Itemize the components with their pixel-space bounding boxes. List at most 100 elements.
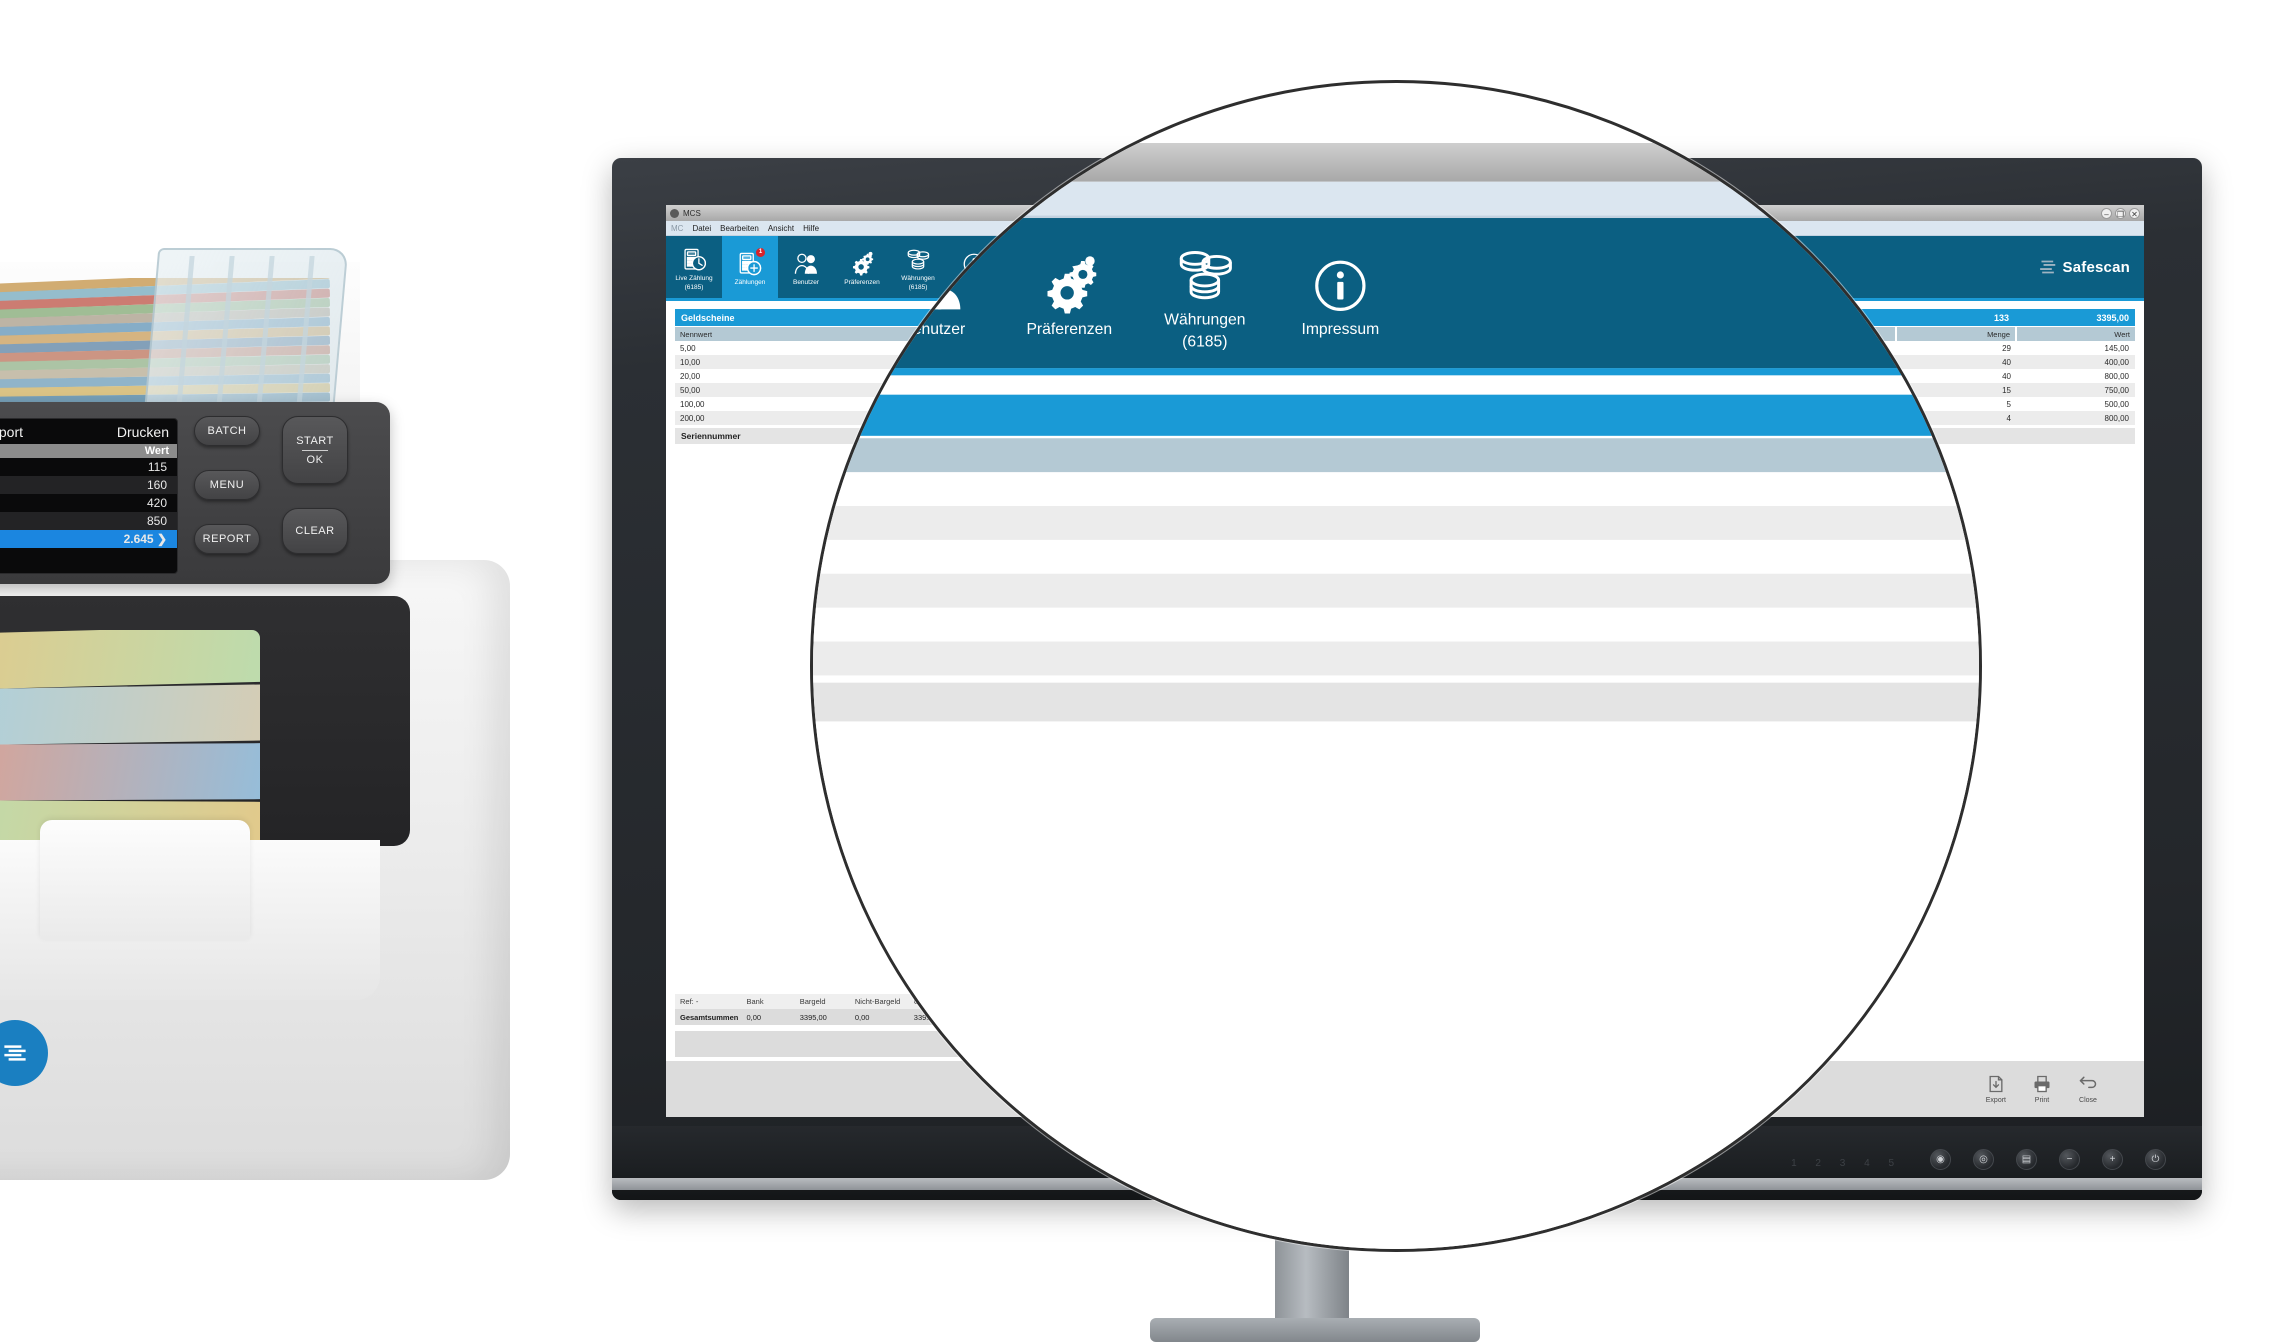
close-icon[interactable]: ✕ — [2129, 207, 2140, 219]
seriennummer-section[interactable]: Seriennummer — [813, 682, 1979, 722]
counter-display-total-row: 76 2.645 ❯ — [0, 530, 177, 548]
ribbon-label: Benutzer — [902, 322, 966, 340]
safescan-brand: Safescan — [2036, 236, 2144, 298]
chevron-right-icon: ❯ — [156, 532, 167, 546]
ribbon-label: Zählungen — [734, 279, 766, 287]
ribbon-item-zaehlungen[interactable]: 1 Zählungen — [722, 236, 778, 298]
counter-row-wert: 420 — [146, 496, 167, 510]
cell-nennwert: 10,00 — [813, 506, 1979, 540]
cell-wert: 145,00 — [2104, 343, 2129, 353]
close-label: Close — [2079, 1097, 2097, 1104]
totals-bank: 0,00 — [746, 1012, 762, 1022]
table-row[interactable]: 50,00 15 750,00 — [813, 573, 1979, 608]
batch-button[interactable]: BATCH — [194, 416, 260, 446]
mcs-application-window: MCS – ❐ ✕ MC Datei Bearbeiten Ansicht Hi… — [810, 143, 1979, 1249]
maximize-icon[interactable]: ❐ — [2115, 207, 2126, 219]
table-row[interactable]: 5,00 29 145,00 — [813, 472, 1979, 506]
ribbon-label: Live Zählung — [675, 274, 713, 282]
column-header-wert: Wert — [2017, 327, 2135, 341]
ribbon-label: Impressum — [1301, 322, 1380, 340]
counter-display-row: 17 850 — [0, 512, 177, 530]
export-label: Export — [1985, 1097, 2006, 1104]
start-label: START — [296, 434, 334, 447]
counter-display-row: 23 115 — [0, 458, 177, 476]
cell-nennwert: 100,00 — [813, 608, 1979, 642]
counts-badge: 1 — [756, 248, 765, 258]
cell-nennwert: 200,00 — [813, 642, 1979, 676]
table-row[interactable]: 10,00 40 400,00 — [813, 506, 1979, 540]
section-total-value: 3395,00 — [2096, 312, 2129, 323]
ribbon-sublabel: (6185) — [684, 284, 704, 291]
counter-row-wert: 850 — [146, 514, 167, 528]
column-header-nennwert: Nennwert — [813, 438, 1979, 473]
cell-wert: 750,00 — [2104, 385, 2129, 395]
ok-label: OK — [306, 453, 324, 466]
counter-row-wert: 160 — [146, 478, 167, 492]
magnifier-content: MCS – ❐ ✕ MC Datei Bearbeiten Ansicht Hi… — [810, 143, 1979, 1249]
table-row[interactable]: 100,00 5 500,00 — [813, 608, 1979, 642]
live-count-icon — [681, 247, 707, 273]
ribbon-item-impressum[interactable]: Impressum — [1273, 218, 1409, 368]
counter-display-header-left: R Report — [0, 424, 24, 440]
menu-hilfe[interactable]: Hilfe — [927, 188, 966, 210]
content-area: Geldscheine 133 3395,00 Nennwert Menge W… — [813, 375, 1979, 722]
ribbon-item-live-zaehlung[interactable]: Live Zählung (6185) — [666, 236, 722, 298]
export-button[interactable]: Export — [1986, 1074, 2006, 1104]
ribbon-label: Präferenzen — [1026, 322, 1113, 340]
print-button[interactable]: Print — [2032, 1074, 2052, 1104]
clear-button[interactable]: CLEAR — [282, 508, 348, 554]
menu-ansicht[interactable]: Ansicht — [841, 188, 904, 210]
cell-nennwert: 20,00 — [813, 540, 1979, 574]
gears-icon — [1038, 255, 1101, 318]
ribbon-item-zaehlungen[interactable]: 1 Zählungen — [810, 218, 867, 369]
section-header-geldscheine: Geldscheine 133 3395,00 — [813, 394, 1979, 436]
print-label: Print — [2034, 1097, 2050, 1104]
counter-display: R Report Drucken Stk Wert 23 115 16 160 … — [0, 418, 178, 574]
window-controls: – ❐ ✕ — [2101, 207, 2140, 219]
ribbon-item-waehrungen[interactable]: Währungen (6185) — [1137, 218, 1273, 368]
counter-total-wert: 2.645 — [123, 532, 154, 546]
cell-wert: 400,00 — [2104, 357, 2129, 367]
cell-wert: 500,00 — [2104, 399, 2129, 409]
counter-row-wert: 115 — [147, 460, 167, 474]
ribbon-label: Zählungen — [810, 322, 836, 340]
menu-button[interactable]: MENU — [194, 470, 260, 500]
coins-icon — [1173, 244, 1236, 307]
menu-ansicht[interactable]: Ansicht — [768, 224, 794, 233]
osd-menu-icon[interactable]: ▤ — [2016, 1149, 2037, 1170]
osd-minus-icon[interactable]: − — [2059, 1149, 2080, 1170]
osd-plus-icon[interactable]: + — [2102, 1149, 2123, 1170]
monitor-stand-base — [1150, 1318, 1480, 1342]
ribbon-item-benutzer[interactable]: Benutzer — [866, 218, 1002, 368]
back-arrow-icon — [2079, 1076, 2097, 1089]
counts-icon: 1 — [813, 247, 835, 318]
totals-ref: Ref: - — [680, 997, 699, 1006]
table-header-row: Nennwert Menge Wert — [813, 438, 1979, 473]
counter-col-wert: Wert — [144, 445, 169, 457]
window-titlebar: MCS – ❐ ✕ — [813, 143, 1979, 182]
menubar: MC Datei Bearbeiten Ansicht Hilfe — [813, 181, 1979, 219]
cell-wert: 800,00 — [2104, 413, 2129, 423]
counts-icon: 1 — [737, 248, 765, 277]
magnifier-lens: MCS – ❐ ✕ MC Datei Bearbeiten Ansicht Hi… — [810, 80, 1982, 1252]
users-icon — [902, 255, 965, 318]
start-ok-button[interactable]: START OK — [282, 416, 348, 484]
brand-name: Safescan — [2062, 258, 2130, 276]
ribbon-toolbar: Live Zählung (6185) — [810, 218, 1979, 369]
minimize-icon[interactable]: – — [2101, 207, 2112, 219]
table-row[interactable]: 200,00 4 800,00 — [813, 641, 1979, 676]
cell-nennwert: 50,00 — [813, 574, 1979, 608]
counter-display-row: 16 160 — [0, 476, 177, 494]
menu-bearbeiten[interactable]: Bearbeiten — [720, 224, 759, 233]
ribbon-item-praeferenzen[interactable]: Präferenzen — [1002, 218, 1138, 368]
counter-keypad: BATCH MENU REPORT START OK CLEAR — [190, 416, 390, 576]
menu-datei[interactable]: Datei — [692, 224, 711, 233]
table-row[interactable]: 20,00 40 800,00 — [813, 540, 1979, 574]
osd-power-icon[interactable]: ⏻ — [2145, 1149, 2166, 1170]
export-icon — [1989, 1075, 2003, 1093]
close-button[interactable]: Close — [2078, 1074, 2098, 1104]
counts-badge: 1 — [813, 247, 835, 270]
report-button[interactable]: REPORT — [194, 524, 260, 554]
cell-nennwert: 5,00 — [813, 472, 1979, 506]
ribbon-sublabel: (6185) — [1182, 334, 1228, 352]
